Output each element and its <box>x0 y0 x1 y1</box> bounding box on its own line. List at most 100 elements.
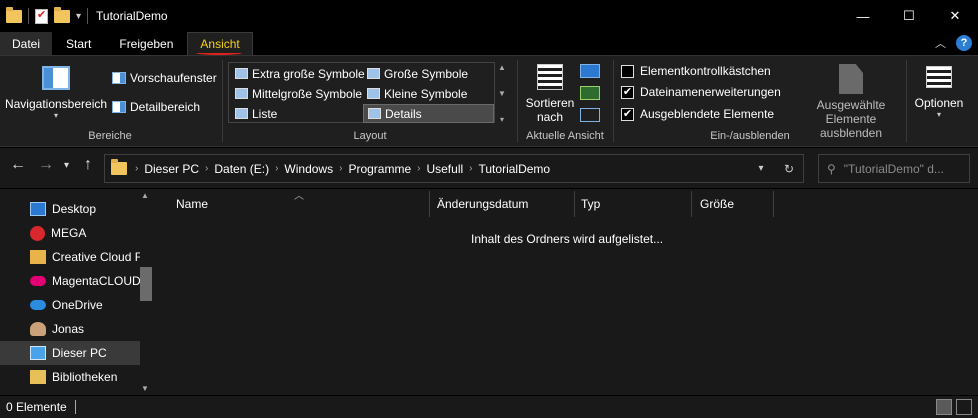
size-columns-icon[interactable] <box>580 108 600 122</box>
scrollbar-thumb[interactable] <box>140 267 152 301</box>
breadcrumb-dieser-pc[interactable]: Dieser PC <box>138 162 205 176</box>
window-controls: — ☐ ✕ <box>840 0 978 32</box>
tab-datei[interactable]: Datei <box>0 32 53 55</box>
details-view-icon[interactable] <box>936 399 952 415</box>
navpane-item-desktop[interactable]: Desktop <box>0 197 140 221</box>
navpane-item-mega[interactable]: MEGA <box>0 221 140 245</box>
user-icon <box>30 322 46 336</box>
layout-list[interactable]: Liste <box>231 104 277 123</box>
breadcrumb-daten[interactable]: Daten (E:) <box>208 162 275 176</box>
checkbox-ausgeblendete-elemente[interactable]: ✔ Ausgeblendete Elemente <box>621 107 774 121</box>
tab-start[interactable]: Start <box>52 32 105 55</box>
preview-pane-icon <box>112 72 126 84</box>
medium-icons-icon <box>235 88 248 99</box>
file-list[interactable]: ︿ Name Änderungsdatum Typ Größe Inhalt d… <box>156 189 978 395</box>
address-folder-icon <box>111 159 127 175</box>
breadcrumb-windows[interactable]: Windows <box>278 162 339 176</box>
checkbox-box[interactable]: ✔ <box>621 85 634 99</box>
up-icon[interactable]: ↑ <box>84 156 92 174</box>
properties-icon[interactable] <box>35 8 48 24</box>
column-header-typ[interactable]: Typ <box>575 191 692 217</box>
scroll-down-icon[interactable]: ▼ <box>498 89 506 98</box>
vorschaufenster-button[interactable]: Vorschaufenster <box>112 71 217 85</box>
address-bar-right: ▾ ↻ <box>747 155 803 182</box>
empty-folder-message: Inhalt des Ordners wird aufgelistet... <box>471 232 664 246</box>
checkbox-box[interactable]: ✔ <box>621 107 634 121</box>
navpane-item-jonas[interactable]: Jonas <box>0 317 140 341</box>
layout-medium-icons[interactable]: Mittelgroße Symbole <box>231 84 362 103</box>
recent-locations-icon[interactable]: ▾ <box>64 160 69 171</box>
maximize-button[interactable]: ☐ <box>886 0 932 32</box>
scroll-up-icon[interactable]: ▲ <box>498 63 506 72</box>
navpane-item-dieser-pc[interactable]: Dieser PC <box>0 341 140 365</box>
hide-selected-label-2: Elemente ausblenden <box>819 112 883 140</box>
optionen-button[interactable]: Optionen ▾ <box>910 66 968 119</box>
navpane-item-label: Jonas <box>52 322 85 336</box>
detailbereich-label: Detailbereich <box>130 100 201 114</box>
group-label-aktuelle-ansicht: Aktuelle Ansicht <box>526 130 604 142</box>
scroll-down-icon[interactable]: ▼ <box>141 384 149 393</box>
layout-extra-large-icons[interactable]: Extra große Symbole <box>231 64 365 83</box>
gallery-more-icon[interactable]: ▾ <box>500 115 504 124</box>
layout-small-icons[interactable]: Kleine Symbole <box>363 84 467 103</box>
navpane-item-label: Dieser PC <box>52 346 107 360</box>
layout-item-label: Kleine Symbole <box>384 86 468 101</box>
quick-access-toolbar: ▾ <box>6 6 89 24</box>
navpane-item-onedrive[interactable]: OneDrive <box>0 293 140 317</box>
add-columns-icon[interactable] <box>580 86 600 100</box>
column-header-groesse[interactable]: Größe <box>694 191 774 217</box>
column-header-name[interactable]: Name <box>170 191 430 217</box>
creative-cloud-icon <box>30 250 46 264</box>
column-header-aenderungsdatum[interactable]: Änderungsdatum <box>431 191 575 217</box>
layout-gallery: Extra große Symbole Große Symbole Mittel… <box>228 62 506 124</box>
tab-freigeben[interactable]: Freigeben <box>105 32 187 55</box>
back-icon[interactable]: ← <box>10 156 26 174</box>
onedrive-icon <box>30 300 46 310</box>
breadcrumb-programme[interactable]: Programme <box>342 162 417 176</box>
large-icons-view-icon[interactable] <box>956 399 972 415</box>
qat-dropdown-icon[interactable]: ▾ <box>76 11 81 22</box>
navpane-item-bibliotheken[interactable]: Bibliotheken <box>0 365 140 389</box>
group-by-icon[interactable] <box>580 64 600 78</box>
status-bar: 0 Elemente <box>0 396 978 418</box>
group-separator <box>222 60 223 142</box>
forward-icon[interactable]: → <box>38 156 54 174</box>
navigation-row: ← → ▾ ↑ › Dieser PC › Daten (E:) › Windo… <box>0 148 978 188</box>
minimize-button[interactable]: — <box>840 0 886 32</box>
hide-selected-label: Ausgewählte <box>816 98 886 112</box>
magenta-cloud-icon <box>30 276 46 286</box>
navigationsbereich-button[interactable]: Navigationsbereich ▾ <box>4 66 108 120</box>
checkbox-elementkontrollkaestchen[interactable]: Elementkontrollkästchen <box>621 64 771 78</box>
details-icon <box>368 108 381 119</box>
scroll-up-icon[interactable]: ▲ <box>141 191 149 200</box>
address-dropdown-icon[interactable]: ▾ <box>747 163 775 174</box>
search-input[interactable]: ⚲ "TutorialDemo" d... <box>818 154 970 183</box>
sortieren-nach-button[interactable]: Sortieren nach <box>524 64 576 124</box>
navpane-item-creative-cloud[interactable]: Creative Cloud F <box>0 245 140 269</box>
ausgewaehlte-elemente-ausblenden-button[interactable]: Ausgewählte Elemente ausblenden <box>796 64 906 140</box>
checkbox-dateinamenerweiterungen[interactable]: ✔ Dateinamenerweiterungen <box>621 85 781 99</box>
navigationsbereich-label: Navigationsbereich <box>4 97 108 111</box>
ribbon: Navigationsbereich ▾ Vorschaufenster Det… <box>0 55 978 158</box>
new-folder-icon[interactable] <box>54 6 70 23</box>
tabs-right-controls: ︿ ? <box>935 35 972 51</box>
navigation-pane: Desktop MEGA Creative Cloud F MagentaCLO… <box>0 189 156 395</box>
address-bar[interactable]: › Dieser PC › Daten (E:) › Windows › Pro… <box>104 154 804 183</box>
breadcrumb-tutorialdemo[interactable]: TutorialDemo <box>473 162 557 176</box>
detailbereich-button[interactable]: Detailbereich <box>112 100 200 114</box>
small-icons-icon <box>367 88 380 99</box>
breadcrumb-usefull[interactable]: Usefull <box>420 162 469 176</box>
navpane-scrollbar[interactable]: ▲ ▼ <box>139 189 153 395</box>
close-button[interactable]: ✕ <box>932 0 978 32</box>
item-count: 0 Elemente <box>6 400 67 414</box>
refresh-icon[interactable]: ↻ <box>775 162 803 176</box>
collapse-ribbon-icon[interactable]: ︿ <box>935 35 946 51</box>
layout-details[interactable]: Details <box>363 104 494 123</box>
checkbox-box[interactable] <box>621 64 634 78</box>
gallery-scroll[interactable]: ▲ ▼ ▾ <box>496 63 508 124</box>
navpane-item-magentacloud[interactable]: MagentaCLOUD <box>0 269 140 293</box>
help-icon[interactable]: ? <box>956 35 972 51</box>
layout-large-icons[interactable]: Große Symbole <box>363 64 468 83</box>
mega-icon <box>30 225 45 241</box>
large-icons-icon <box>367 68 380 79</box>
